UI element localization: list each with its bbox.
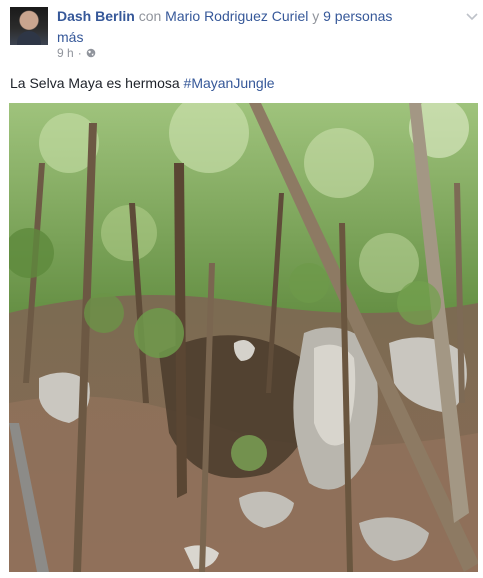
author-name-link[interactable]: Dash Berlin — [57, 8, 135, 24]
author-avatar[interactable] — [10, 7, 48, 45]
globe-icon[interactable] — [86, 48, 96, 58]
post-header: Dash Berlin con Mario Rodriguez Curiel y… — [57, 6, 452, 48]
facebook-post: Dash Berlin con Mario Rodriguez Curiel y… — [0, 0, 483, 578]
timestamp-link[interactable]: 9 h — [57, 46, 74, 60]
others-suffix[interactable]: más — [57, 29, 83, 45]
with-word: con — [138, 8, 162, 24]
post-text: La Selva Maya es hermosa #MayanJungle — [10, 74, 275, 92]
tagged-person-link[interactable]: Mario Rodriguez Curiel — [165, 8, 308, 24]
others-link[interactable]: 9 personas — [323, 8, 392, 24]
hashtag-link[interactable]: #MayanJungle — [184, 75, 275, 91]
jungle-photo[interactable] — [9, 103, 478, 572]
meta-separator: · — [77, 46, 82, 60]
post-meta: 9 h · — [57, 46, 96, 60]
and-word: y — [312, 8, 320, 24]
chevron-down-icon[interactable] — [466, 9, 478, 21]
post-body: La Selva Maya es hermosa — [10, 75, 180, 91]
